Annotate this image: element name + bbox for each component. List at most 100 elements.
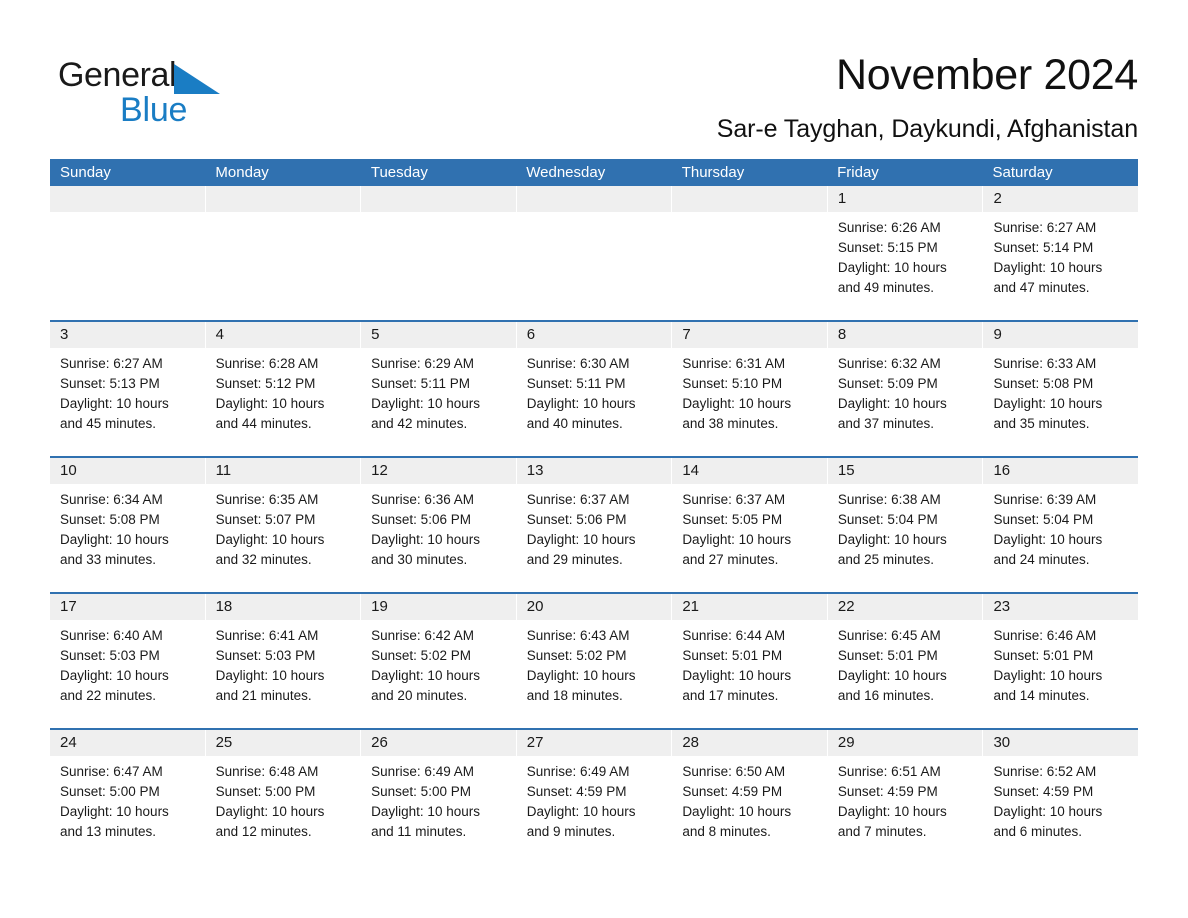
sunset-text: Sunset: 4:59 PM (526, 784, 627, 799)
sunrise-text: Sunrise: 6:45 AM (837, 628, 941, 643)
day-details: Sunrise: 6:37 AM Sunset: 5:06 PM Daylight:… (517, 484, 672, 592)
calendar-week-row: 24 Sunrise: 6:47 AM Sunset: 5:00 PM Dayligh… (50, 728, 1139, 860)
daylight-text: and 17 minutes. (682, 688, 779, 703)
day-details: Sunrise: 6:27 AM Sunset: 5:14 PM Daylight:… (983, 212, 1138, 320)
daylight-text: Daylight: 10 hours (60, 396, 169, 411)
calendar-day-cell[interactable]: 28 Sunrise: 6:50 AM Sunset: 4:59 PM Dayligh… (672, 730, 828, 860)
day-details (672, 212, 827, 320)
calendar-day-cell-empty (205, 186, 362, 320)
day-number-band: 13 (516, 458, 672, 484)
daylight-text: and 35 minutes. (993, 416, 1090, 431)
sunrise-text: Sunrise: 6:44 AM (682, 628, 786, 643)
sunset-text: Sunset: 5:02 PM (371, 648, 471, 663)
day-number-band: 7 (672, 322, 827, 348)
sunset-text: Sunset: 4:59 PM (837, 784, 938, 799)
sunset-text: Sunset: 5:04 PM (993, 512, 1094, 527)
day-number-band: 21 (672, 594, 827, 620)
calendar-day-cell[interactable]: 26 Sunrise: 6:49 AM Sunset: 5:00 PM Dayligh… (361, 730, 517, 860)
day-details: Sunrise: 6:29 AM Sunset: 5:11 PM Daylight:… (361, 348, 516, 456)
day-number: 24 (60, 734, 77, 751)
calendar-day-cell[interactable]: 1 Sunrise: 6:26 AM Sunset: 5:15 PM Daylight… (827, 186, 984, 320)
daylight-text: Daylight: 10 hours (371, 396, 480, 411)
daylight-text: Daylight: 10 hours (993, 668, 1103, 683)
sunrise-text: Sunrise: 6:35 AM (215, 492, 319, 507)
daylight-text: Daylight: 10 hours (993, 260, 1103, 275)
calendar-day-cell[interactable]: 24 Sunrise: 6:47 AM Sunset: 5:00 PM Dayligh… (50, 730, 206, 860)
sunset-text: Sunset: 5:07 PM (215, 512, 316, 527)
sunset-text: Sunset: 5:14 PM (993, 240, 1094, 255)
calendar-day-cell[interactable]: 4 Sunrise: 6:28 AM Sunset: 5:12 PM Daylight… (205, 322, 362, 456)
calendar-day-cell[interactable]: 19 Sunrise: 6:42 AM Sunset: 5:02 PM Dayligh… (361, 594, 517, 728)
daylight-text: Daylight: 10 hours (215, 804, 325, 819)
day-details: Sunrise: 6:46 AM Sunset: 5:01 PM Daylight:… (983, 620, 1138, 728)
day-number-band: 19 (361, 594, 516, 620)
day-details: Sunrise: 6:33 AM Sunset: 5:08 PM Daylight:… (983, 348, 1138, 456)
sunset-text: Sunset: 5:03 PM (60, 648, 160, 663)
calendar-day-cell[interactable]: 3 Sunrise: 6:27 AM Sunset: 5:13 PM Daylight… (50, 322, 206, 456)
day-of-week-header: Sunday Monday Tuesday Wednesday Thursday… (50, 159, 1138, 186)
calendar-day-cell[interactable]: 30 Sunrise: 6:52 AM Sunset: 4:59 PM Dayligh… (983, 730, 1139, 860)
logo-text-blue: Blue (120, 91, 188, 129)
day-number-band: 23 (983, 594, 1139, 620)
day-number: 14 (682, 462, 699, 479)
day-number: 10 (60, 462, 77, 479)
day-number-band: 5 (361, 322, 516, 348)
daylight-text: and 9 minutes. (526, 824, 616, 839)
calendar-day-cell[interactable]: 7 Sunrise: 6:31 AM Sunset: 5:10 PM Daylight… (672, 322, 828, 456)
daylight-text: Daylight: 10 hours (60, 668, 169, 683)
day-number-band: 11 (205, 458, 361, 484)
calendar-day-cell[interactable]: 25 Sunrise: 6:48 AM Sunset: 5:00 PM Dayligh… (205, 730, 362, 860)
calendar-day-cell[interactable]: 9 Sunrise: 6:33 AM Sunset: 5:08 PM Daylight… (983, 322, 1139, 456)
sunrise-text: Sunrise: 6:49 AM (526, 764, 630, 779)
calendar-day-cell[interactable]: 5 Sunrise: 6:29 AM Sunset: 5:11 PM Daylight… (361, 322, 517, 456)
day-number-band: 26 (361, 730, 516, 756)
sunset-text: Sunset: 5:00 PM (371, 784, 471, 799)
calendar-day-cell[interactable]: 13 Sunrise: 6:37 AM Sunset: 5:06 PM Dayligh… (516, 458, 673, 592)
calendar-day-cell[interactable]: 2 Sunrise: 6:27 AM Sunset: 5:14 PM Daylight… (983, 186, 1139, 320)
daylight-text: and 18 minutes. (526, 688, 623, 703)
daylight-text: and 38 minutes. (682, 416, 779, 431)
day-number: 25 (215, 734, 233, 751)
sunrise-text: Sunrise: 6:36 AM (371, 492, 474, 507)
daylight-text: Daylight: 10 hours (993, 396, 1103, 411)
sunrise-text: Sunrise: 6:50 AM (682, 764, 786, 779)
dow-thursday: Thursday (681, 164, 745, 181)
sunset-text: Sunset: 5:09 PM (837, 376, 938, 391)
calendar-day-cell[interactable]: 11 Sunrise: 6:35 AM Sunset: 5:07 PM Dayligh… (205, 458, 362, 592)
calendar-day-cell[interactable]: 22 Sunrise: 6:45 AM Sunset: 5:01 PM Dayligh… (827, 594, 984, 728)
sunrise-text: Sunrise: 6:43 AM (526, 628, 630, 643)
daylight-text: and 22 minutes. (60, 688, 157, 703)
calendar-day-cell[interactable]: 27 Sunrise: 6:49 AM Sunset: 4:59 PM Dayligh… (516, 730, 673, 860)
day-number-band (50, 186, 205, 212)
calendar-day-cell[interactable]: 17 Sunrise: 6:40 AM Sunset: 5:03 PM Dayligh… (50, 594, 206, 728)
general-blue-logo[interactable]: General Blue (58, 56, 338, 136)
calendar-day-cell[interactable]: 21 Sunrise: 6:44 AM Sunset: 5:01 PM Dayligh… (672, 594, 828, 728)
day-number-band (361, 186, 516, 212)
daylight-text: and 47 minutes. (993, 280, 1090, 295)
calendar-day-cell[interactable]: 16 Sunrise: 6:39 AM Sunset: 5:04 PM Dayligh… (983, 458, 1139, 592)
sunset-text: Sunset: 5:01 PM (837, 648, 938, 663)
calendar-week-row: 1 Sunrise: 6:26 AM Sunset: 5:15 PM Daylight… (50, 186, 1139, 320)
calendar-day-cell[interactable]: 23 Sunrise: 6:46 AM Sunset: 5:01 PM Dayligh… (983, 594, 1139, 728)
day-details: Sunrise: 6:36 AM Sunset: 5:06 PM Daylight:… (361, 484, 516, 592)
day-number-band: 28 (672, 730, 827, 756)
daylight-text: Daylight: 10 hours (682, 804, 792, 819)
sunset-text: Sunset: 5:12 PM (215, 376, 316, 391)
triangle-logo-icon (174, 64, 221, 99)
calendar-day-cell[interactable]: 6 Sunrise: 6:30 AM Sunset: 5:11 PM Daylight… (516, 322, 673, 456)
sunset-text: Sunset: 5:05 PM (682, 512, 783, 527)
calendar-day-cell[interactable]: 14 Sunrise: 6:37 AM Sunset: 5:05 PM Dayligh… (672, 458, 828, 592)
calendar-day-cell[interactable]: 12 Sunrise: 6:36 AM Sunset: 5:06 PM Dayligh… (361, 458, 517, 592)
calendar-day-cell[interactable]: 29 Sunrise: 6:51 AM Sunset: 4:59 PM Dayligh… (827, 730, 984, 860)
calendar-day-cell-empty (516, 186, 673, 320)
calendar-day-cell[interactable]: 20 Sunrise: 6:43 AM Sunset: 5:02 PM Dayligh… (516, 594, 673, 728)
calendar-day-cell[interactable]: 8 Sunrise: 6:32 AM Sunset: 5:09 PM Daylight… (827, 322, 984, 456)
daylight-text: and 33 minutes. (60, 552, 157, 567)
day-details: Sunrise: 6:50 AM Sunset: 4:59 PM Daylight:… (672, 756, 827, 860)
day-number: 1 (837, 190, 847, 207)
calendar-day-cell[interactable]: 15 Sunrise: 6:38 AM Sunset: 5:04 PM Dayligh… (827, 458, 984, 592)
day-details: Sunrise: 6:31 AM Sunset: 5:10 PM Daylight:… (672, 348, 827, 456)
calendar-day-cell[interactable]: 10 Sunrise: 6:34 AM Sunset: 5:08 PM Dayligh… (50, 458, 206, 592)
day-details: Sunrise: 6:47 AM Sunset: 5:00 PM Daylight:… (50, 756, 205, 860)
calendar-day-cell[interactable]: 18 Sunrise: 6:41 AM Sunset: 5:03 PM Dayligh… (205, 594, 362, 728)
